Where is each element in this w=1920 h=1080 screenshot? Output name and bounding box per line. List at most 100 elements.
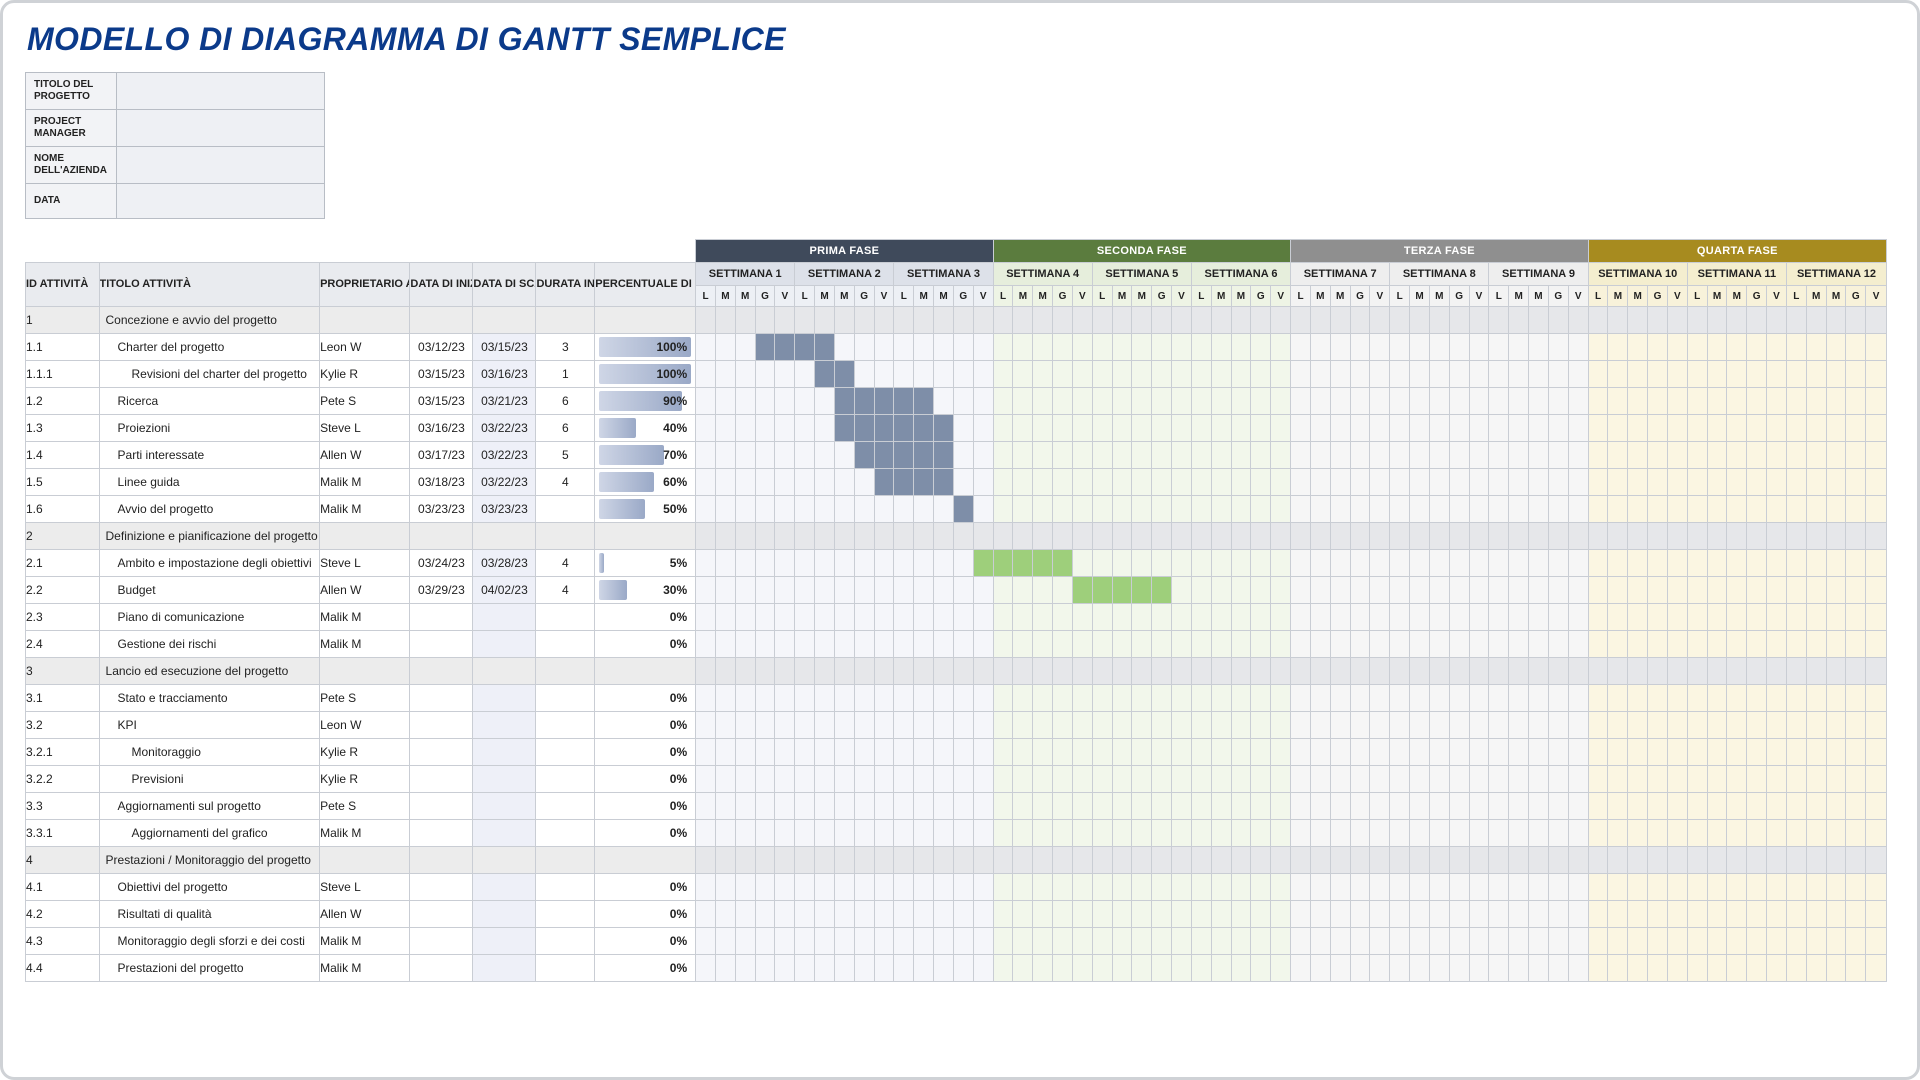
task-owner[interactable]: Leon W <box>320 334 410 361</box>
timeline-cell[interactable] <box>1172 658 1192 685</box>
timeline-cell[interactable] <box>1410 631 1430 658</box>
timeline-cell[interactable] <box>1231 442 1251 469</box>
timeline-cell[interactable] <box>1033 334 1053 361</box>
timeline-cell[interactable] <box>834 550 854 577</box>
timeline-cell[interactable] <box>1469 307 1489 334</box>
task-duration[interactable]: 1 <box>536 361 595 388</box>
timeline-cell[interactable] <box>1072 874 1092 901</box>
timeline-cell[interactable] <box>1410 658 1430 685</box>
timeline-cell[interactable] <box>1251 685 1271 712</box>
timeline-cell[interactable] <box>1786 658 1806 685</box>
timeline-cell[interactable] <box>1608 658 1628 685</box>
task-percent[interactable]: 90% <box>595 388 696 415</box>
timeline-cell[interactable] <box>934 415 954 442</box>
timeline-cell[interactable] <box>1370 550 1390 577</box>
timeline-cell[interactable] <box>993 955 1013 982</box>
timeline-cell[interactable] <box>1509 496 1529 523</box>
timeline-cell[interactable] <box>854 604 874 631</box>
timeline-cell[interactable] <box>1172 928 1192 955</box>
timeline-cell[interactable] <box>1271 631 1291 658</box>
timeline-cell[interactable] <box>755 523 775 550</box>
timeline-cell[interactable] <box>715 712 735 739</box>
timeline-cell[interactable] <box>1072 928 1092 955</box>
timeline-cell[interactable] <box>1211 388 1231 415</box>
timeline-cell[interactable] <box>1112 361 1132 388</box>
timeline-cell[interactable] <box>1846 874 1866 901</box>
task-percent[interactable]: 0% <box>595 604 696 631</box>
timeline-cell[interactable] <box>1489 388 1509 415</box>
timeline-cell[interactable] <box>1053 442 1073 469</box>
timeline-cell[interactable] <box>1112 442 1132 469</box>
timeline-cell[interactable] <box>1251 415 1271 442</box>
timeline-cell[interactable] <box>1747 415 1767 442</box>
timeline-cell[interactable] <box>1112 388 1132 415</box>
timeline-cell[interactable] <box>1310 658 1330 685</box>
timeline-cell[interactable] <box>874 469 894 496</box>
timeline-cell[interactable] <box>1509 469 1529 496</box>
timeline-cell[interactable] <box>1826 901 1846 928</box>
timeline-cell[interactable] <box>934 550 954 577</box>
timeline-cell[interactable] <box>1866 955 1887 982</box>
timeline-cell[interactable] <box>1211 334 1231 361</box>
timeline-cell[interactable] <box>735 766 755 793</box>
timeline-cell[interactable] <box>973 577 993 604</box>
timeline-cell[interactable] <box>1608 901 1628 928</box>
timeline-cell[interactable] <box>1588 793 1608 820</box>
timeline-cell[interactable] <box>1152 685 1172 712</box>
timeline-cell[interactable] <box>1390 712 1410 739</box>
timeline-cell[interactable] <box>1509 631 1529 658</box>
timeline-cell[interactable] <box>934 577 954 604</box>
timeline-cell[interactable] <box>735 820 755 847</box>
timeline-cell[interactable] <box>1092 928 1112 955</box>
timeline-cell[interactable] <box>1291 442 1311 469</box>
timeline-cell[interactable] <box>1211 739 1231 766</box>
timeline-cell[interactable] <box>953 631 973 658</box>
timeline-cell[interactable] <box>914 658 934 685</box>
timeline-cell[interactable] <box>1667 901 1687 928</box>
timeline-cell[interactable] <box>1826 469 1846 496</box>
timeline-cell[interactable] <box>1846 577 1866 604</box>
timeline-cell[interactable] <box>1469 901 1489 928</box>
timeline-cell[interactable] <box>1747 793 1767 820</box>
timeline-cell[interactable] <box>1568 415 1588 442</box>
timeline-cell[interactable] <box>1112 928 1132 955</box>
timeline-cell[interactable] <box>1410 307 1430 334</box>
timeline-cell[interactable] <box>1429 523 1449 550</box>
timeline-cell[interactable] <box>1866 334 1887 361</box>
timeline-cell[interactable] <box>1767 469 1787 496</box>
timeline-cell[interactable] <box>1211 820 1231 847</box>
timeline-cell[interactable] <box>973 361 993 388</box>
timeline-cell[interactable] <box>1191 307 1211 334</box>
timeline-cell[interactable] <box>854 388 874 415</box>
timeline-cell[interactable] <box>715 847 735 874</box>
timeline-cell[interactable] <box>834 361 854 388</box>
timeline-cell[interactable] <box>1648 334 1668 361</box>
timeline-cell[interactable] <box>1747 685 1767 712</box>
timeline-cell[interactable] <box>1092 631 1112 658</box>
timeline-cell[interactable] <box>1469 847 1489 874</box>
task-row[interactable]: 3.1Stato e tracciamentoPete S0% <box>26 685 1887 712</box>
timeline-cell[interactable] <box>1767 901 1787 928</box>
timeline-cell[interactable] <box>934 766 954 793</box>
timeline-cell[interactable] <box>1529 442 1549 469</box>
timeline-cell[interactable] <box>854 955 874 982</box>
timeline-cell[interactable] <box>834 604 854 631</box>
timeline-cell[interactable] <box>1509 874 1529 901</box>
timeline-cell[interactable] <box>1687 334 1707 361</box>
timeline-cell[interactable] <box>934 604 954 631</box>
timeline-cell[interactable] <box>715 415 735 442</box>
task-id[interactable]: 3.1 <box>26 685 100 712</box>
timeline-cell[interactable] <box>874 415 894 442</box>
timeline-cell[interactable] <box>1092 577 1112 604</box>
timeline-cell[interactable] <box>1806 496 1826 523</box>
task-id[interactable]: 1.4 <box>26 442 100 469</box>
timeline-cell[interactable] <box>1588 307 1608 334</box>
timeline-cell[interactable] <box>1132 955 1152 982</box>
timeline-cell[interactable] <box>1013 361 1033 388</box>
timeline-cell[interactable] <box>815 577 835 604</box>
timeline-cell[interactable] <box>775 577 795 604</box>
timeline-cell[interactable] <box>1330 334 1350 361</box>
timeline-cell[interactable] <box>1330 604 1350 631</box>
timeline-cell[interactable] <box>1667 631 1687 658</box>
timeline-cell[interactable] <box>1628 712 1648 739</box>
